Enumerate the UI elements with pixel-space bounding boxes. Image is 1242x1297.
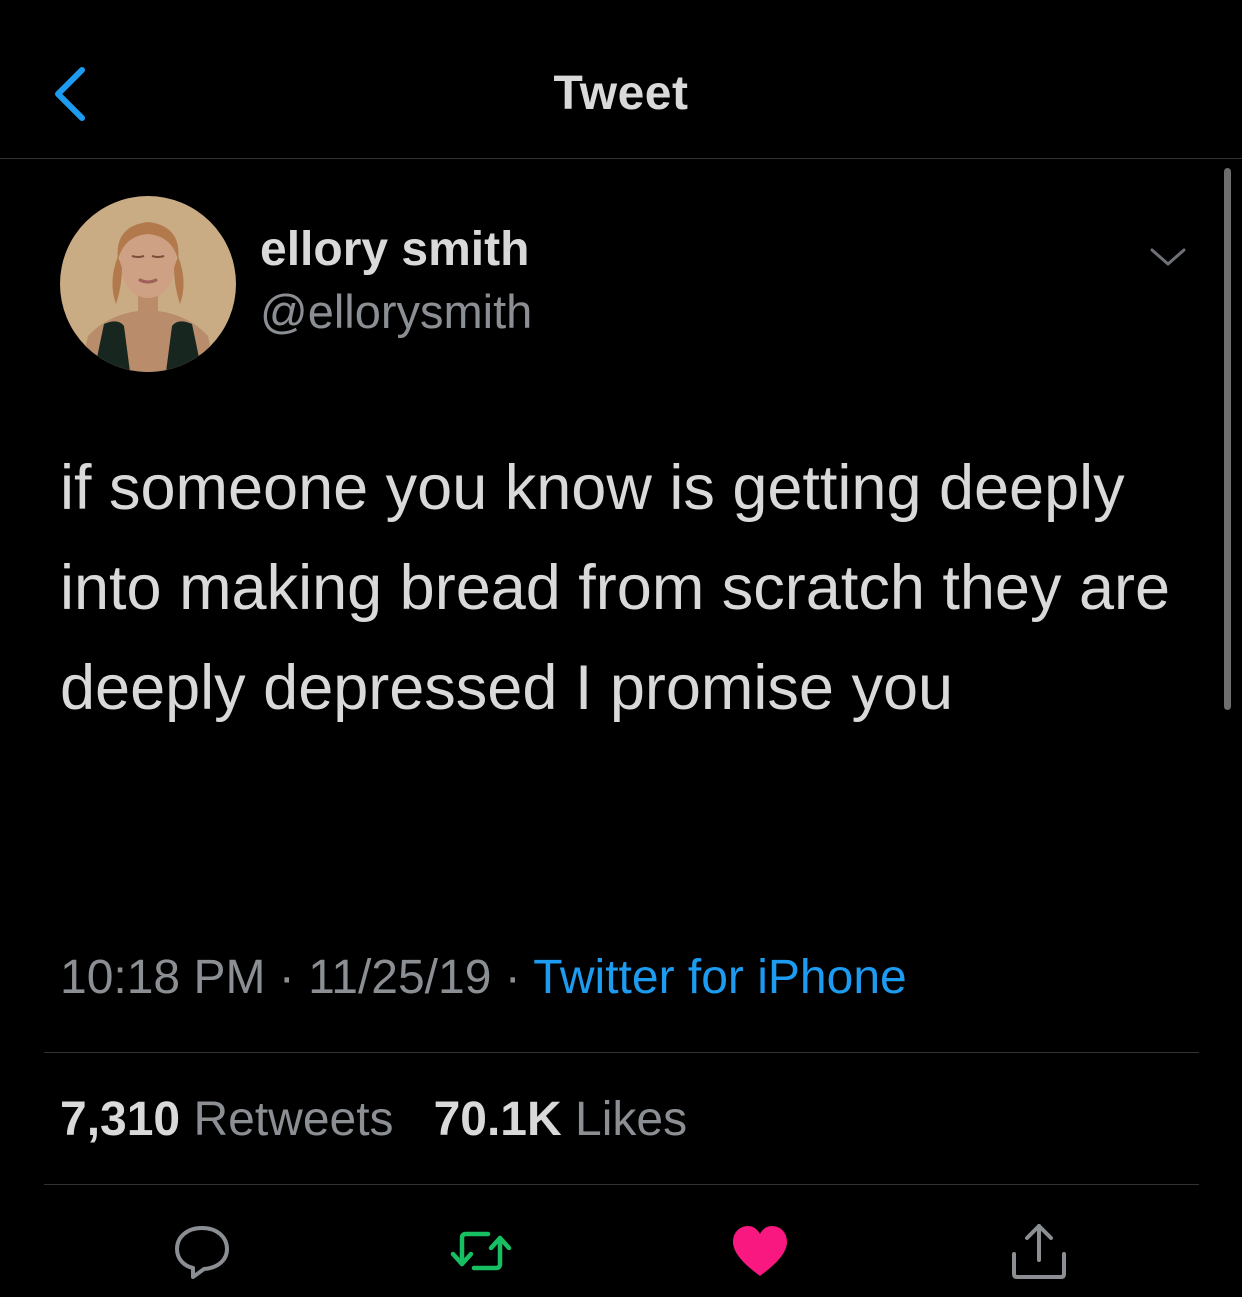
author-display-name[interactable]: ellory smith — [260, 222, 529, 277]
likes-stat[interactable]: 70.1K Likes — [434, 1093, 688, 1146]
tweet-date: 11/25/19 — [308, 951, 492, 1004]
retweets-count: 7,310 — [60, 1093, 181, 1146]
tweet-text: if someone you know is getting deeply in… — [60, 453, 1171, 723]
meta-separator: · — [504, 951, 521, 1004]
scrollbar[interactable] — [1224, 168, 1231, 710]
divider — [44, 1052, 1199, 1053]
tweet-time: 10:18 PM — [60, 951, 266, 1004]
more-options-button[interactable] — [1148, 240, 1188, 274]
likes-label: Likes — [575, 1093, 688, 1146]
tweet-source-link[interactable]: Twitter for iPhone — [533, 951, 907, 1004]
reply-button[interactable] — [171, 1220, 233, 1282]
meta-separator: · — [278, 951, 295, 1004]
retweet-button[interactable] — [450, 1220, 512, 1282]
top-bar: Tweet — [0, 0, 1242, 159]
author-handle[interactable]: @ellorysmith — [260, 284, 532, 339]
chevron-down-icon — [1150, 248, 1186, 266]
reply-icon — [175, 1226, 229, 1279]
avatar[interactable] — [60, 196, 236, 372]
page-title: Tweet — [553, 67, 689, 120]
share-button[interactable] — [1008, 1220, 1070, 1282]
divider — [44, 1184, 1199, 1185]
heart-icon — [733, 1226, 787, 1276]
tweet-meta: 10:18 PM · 11/25/19 · Twitter for iPhone — [60, 950, 907, 1005]
avatar-image — [60, 196, 236, 372]
likes-count: 70.1K — [433, 1093, 562, 1146]
retweets-stat[interactable]: 7,310 Retweets — [60, 1093, 407, 1146]
retweet-icon — [450, 1231, 512, 1271]
tweet-stats: 7,310 Retweets 70.1K Likes — [60, 1092, 687, 1147]
share-icon — [1012, 1224, 1066, 1279]
like-button[interactable] — [729, 1220, 791, 1282]
retweets-label: Retweets — [193, 1093, 394, 1146]
